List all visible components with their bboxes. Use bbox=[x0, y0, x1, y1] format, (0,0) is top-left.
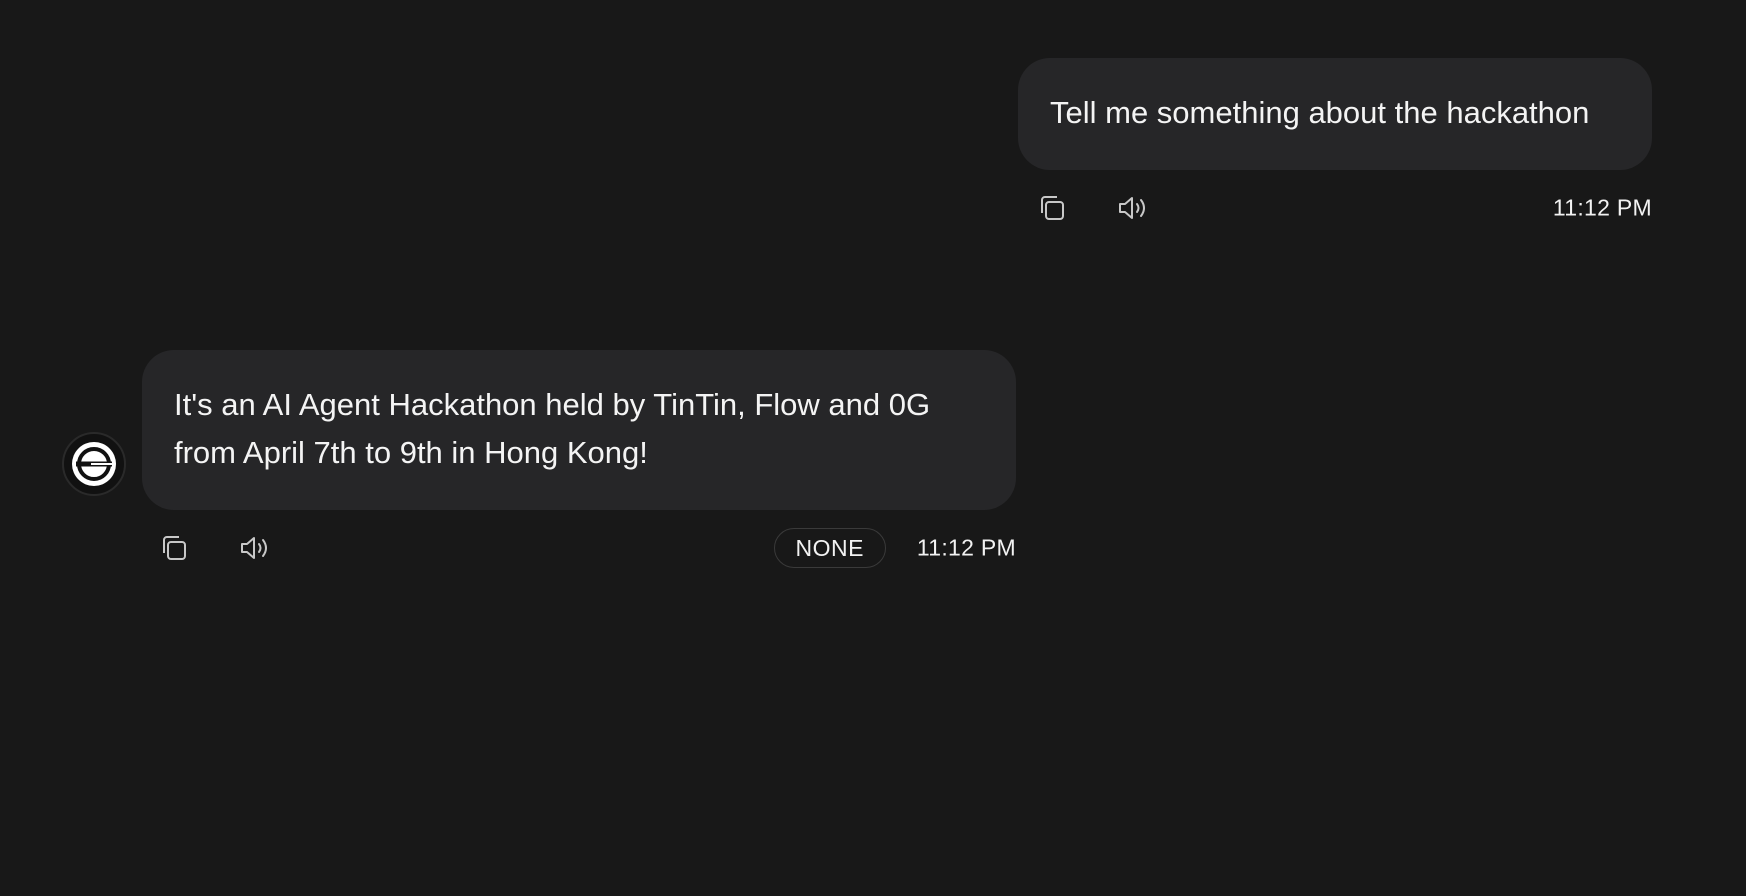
agent-message-actions: NONE 11:12 PM bbox=[142, 526, 1016, 570]
agent-message-bubble: It's an AI Agent Hackathon held by TinTi… bbox=[142, 350, 1016, 510]
copy-icon bbox=[1041, 196, 1064, 220]
agent-avatar bbox=[62, 432, 126, 496]
agent-logo-icon bbox=[72, 442, 116, 486]
read-aloud-button[interactable] bbox=[235, 528, 275, 568]
message-timestamp: 11:12 PM bbox=[916, 534, 1016, 561]
copy-button[interactable] bbox=[1032, 188, 1072, 228]
speaker-icon bbox=[241, 537, 267, 559]
user-message: Tell me something about the hackathon 11… bbox=[1018, 58, 1652, 230]
agent-message-text: It's an AI Agent Hackathon held by TinTi… bbox=[174, 387, 931, 470]
status-badge: NONE bbox=[773, 528, 886, 568]
speaker-icon bbox=[1119, 197, 1145, 219]
copy-icon bbox=[163, 536, 186, 560]
read-aloud-button[interactable] bbox=[1113, 188, 1153, 228]
copy-button[interactable] bbox=[154, 528, 194, 568]
user-message-actions: 11:12 PM bbox=[1018, 186, 1652, 230]
user-message-text: Tell me something about the hackathon bbox=[1050, 95, 1590, 130]
agent-message: It's an AI Agent Hackathon held by TinTi… bbox=[142, 350, 1016, 570]
chat-thread: Tell me something about the hackathon 11… bbox=[0, 0, 1746, 896]
message-timestamp: 11:12 PM bbox=[1552, 194, 1652, 221]
user-message-bubble: Tell me something about the hackathon bbox=[1018, 58, 1652, 170]
